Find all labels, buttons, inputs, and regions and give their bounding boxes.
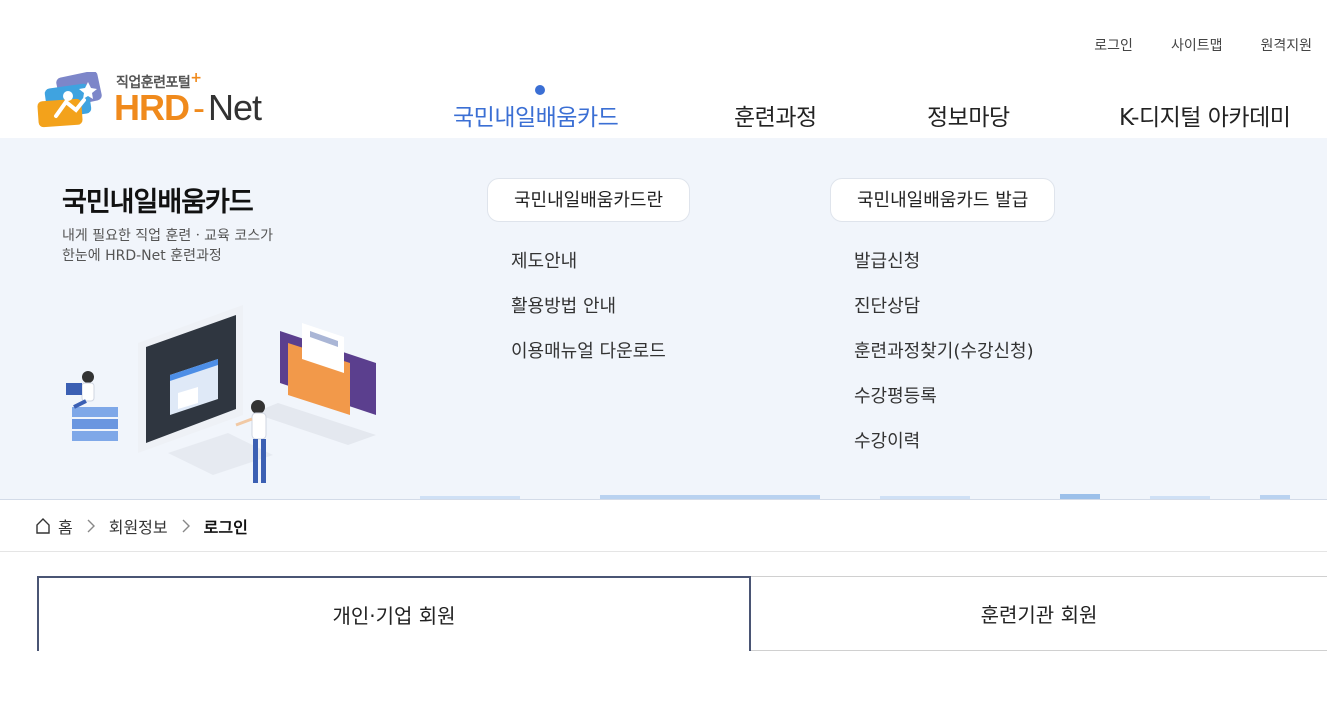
gnb-item-k-digital[interactable]: K-디지털 아카데미 <box>1119 98 1291 132</box>
panel-bottom-decoration <box>420 494 1290 499</box>
mega-menu-title: 국민내일배움카드 <box>62 187 254 218</box>
menu-column-issue: 국민내일배움카드 발급 발급신청 진단상담 훈련과정찾기(수강신청) 수강평등록… <box>830 178 1056 467</box>
mega-menu-description: 내게 필요한 직업 훈련ㆍ교육 코스가 한눈에 HRD-Net 훈련과정 <box>62 228 273 264</box>
utility-nav: 로그인 사이트맵 원격지원 <box>1094 35 1312 55</box>
menu-item-course-history[interactable]: 수강이력 <box>854 422 1055 467</box>
tab-personal-business[interactable]: 개인·기업 회원 <box>37 576 751 651</box>
breadcrumb-member-info[interactable]: 회원정보 <box>109 514 168 538</box>
menu-heading-card-issue[interactable]: 국민내일배움카드 발급 <box>830 178 1056 222</box>
menu-heading-about-card[interactable]: 국민내일배움카드란 <box>487 178 691 222</box>
breadcrumb: 홈 회원정보 로그인 <box>0 500 1327 552</box>
sitemap-link[interactable]: 사이트맵 <box>1171 35 1223 55</box>
menu-column-about: 국민내일배움카드란 제도안내 활용방법 안내 이용매뉴얼 다운로드 <box>487 178 691 377</box>
active-menu-indicator <box>535 85 545 95</box>
menu-item-manual-download[interactable]: 이용매뉴얼 다운로드 <box>511 332 690 377</box>
menu-item-usage-guide[interactable]: 활용방법 안내 <box>511 287 690 332</box>
menu-item-review-register[interactable]: 수강평등록 <box>854 377 1055 422</box>
breadcrumb-current: 로그인 <box>203 517 248 537</box>
member-type-tabs: 개인·기업 회원 훈련기관 회원 <box>37 576 1327 651</box>
gnb-item-naeil-card[interactable]: 국민내일배움카드 <box>453 98 619 132</box>
home-icon[interactable] <box>36 517 50 534</box>
mega-menu-panel: 국민내일배움카드 내게 필요한 직업 훈련ㆍ교육 코스가 한눈에 HRD-Net… <box>0 138 1327 500</box>
computer-illustration-icon <box>66 305 376 483</box>
gnb-item-training-courses[interactable]: 훈련과정 <box>734 98 817 132</box>
chevron-right-icon <box>182 519 190 532</box>
tab-training-institution[interactable]: 훈련기관 회원 <box>751 576 1327 651</box>
remote-support-link[interactable]: 원격지원 <box>1260 35 1312 55</box>
breadcrumb-home[interactable]: 홈 <box>58 514 73 538</box>
menu-item-issue-apply[interactable]: 발급신청 <box>854 242 1055 287</box>
chevron-right-icon <box>87 519 95 532</box>
global-nav: 국민내일배움카드 훈련과정 정보마당 K-디지털 아카데미 <box>0 98 1327 134</box>
gnb-item-info[interactable]: 정보마당 <box>927 98 1010 132</box>
login-link[interactable]: 로그인 <box>1094 35 1133 55</box>
menu-item-system-guide[interactable]: 제도안내 <box>511 242 690 287</box>
menu-item-course-search[interactable]: 훈련과정찾기(수강신청) <box>854 332 1055 377</box>
menu-item-diagnosis-consult[interactable]: 진단상담 <box>854 287 1055 332</box>
